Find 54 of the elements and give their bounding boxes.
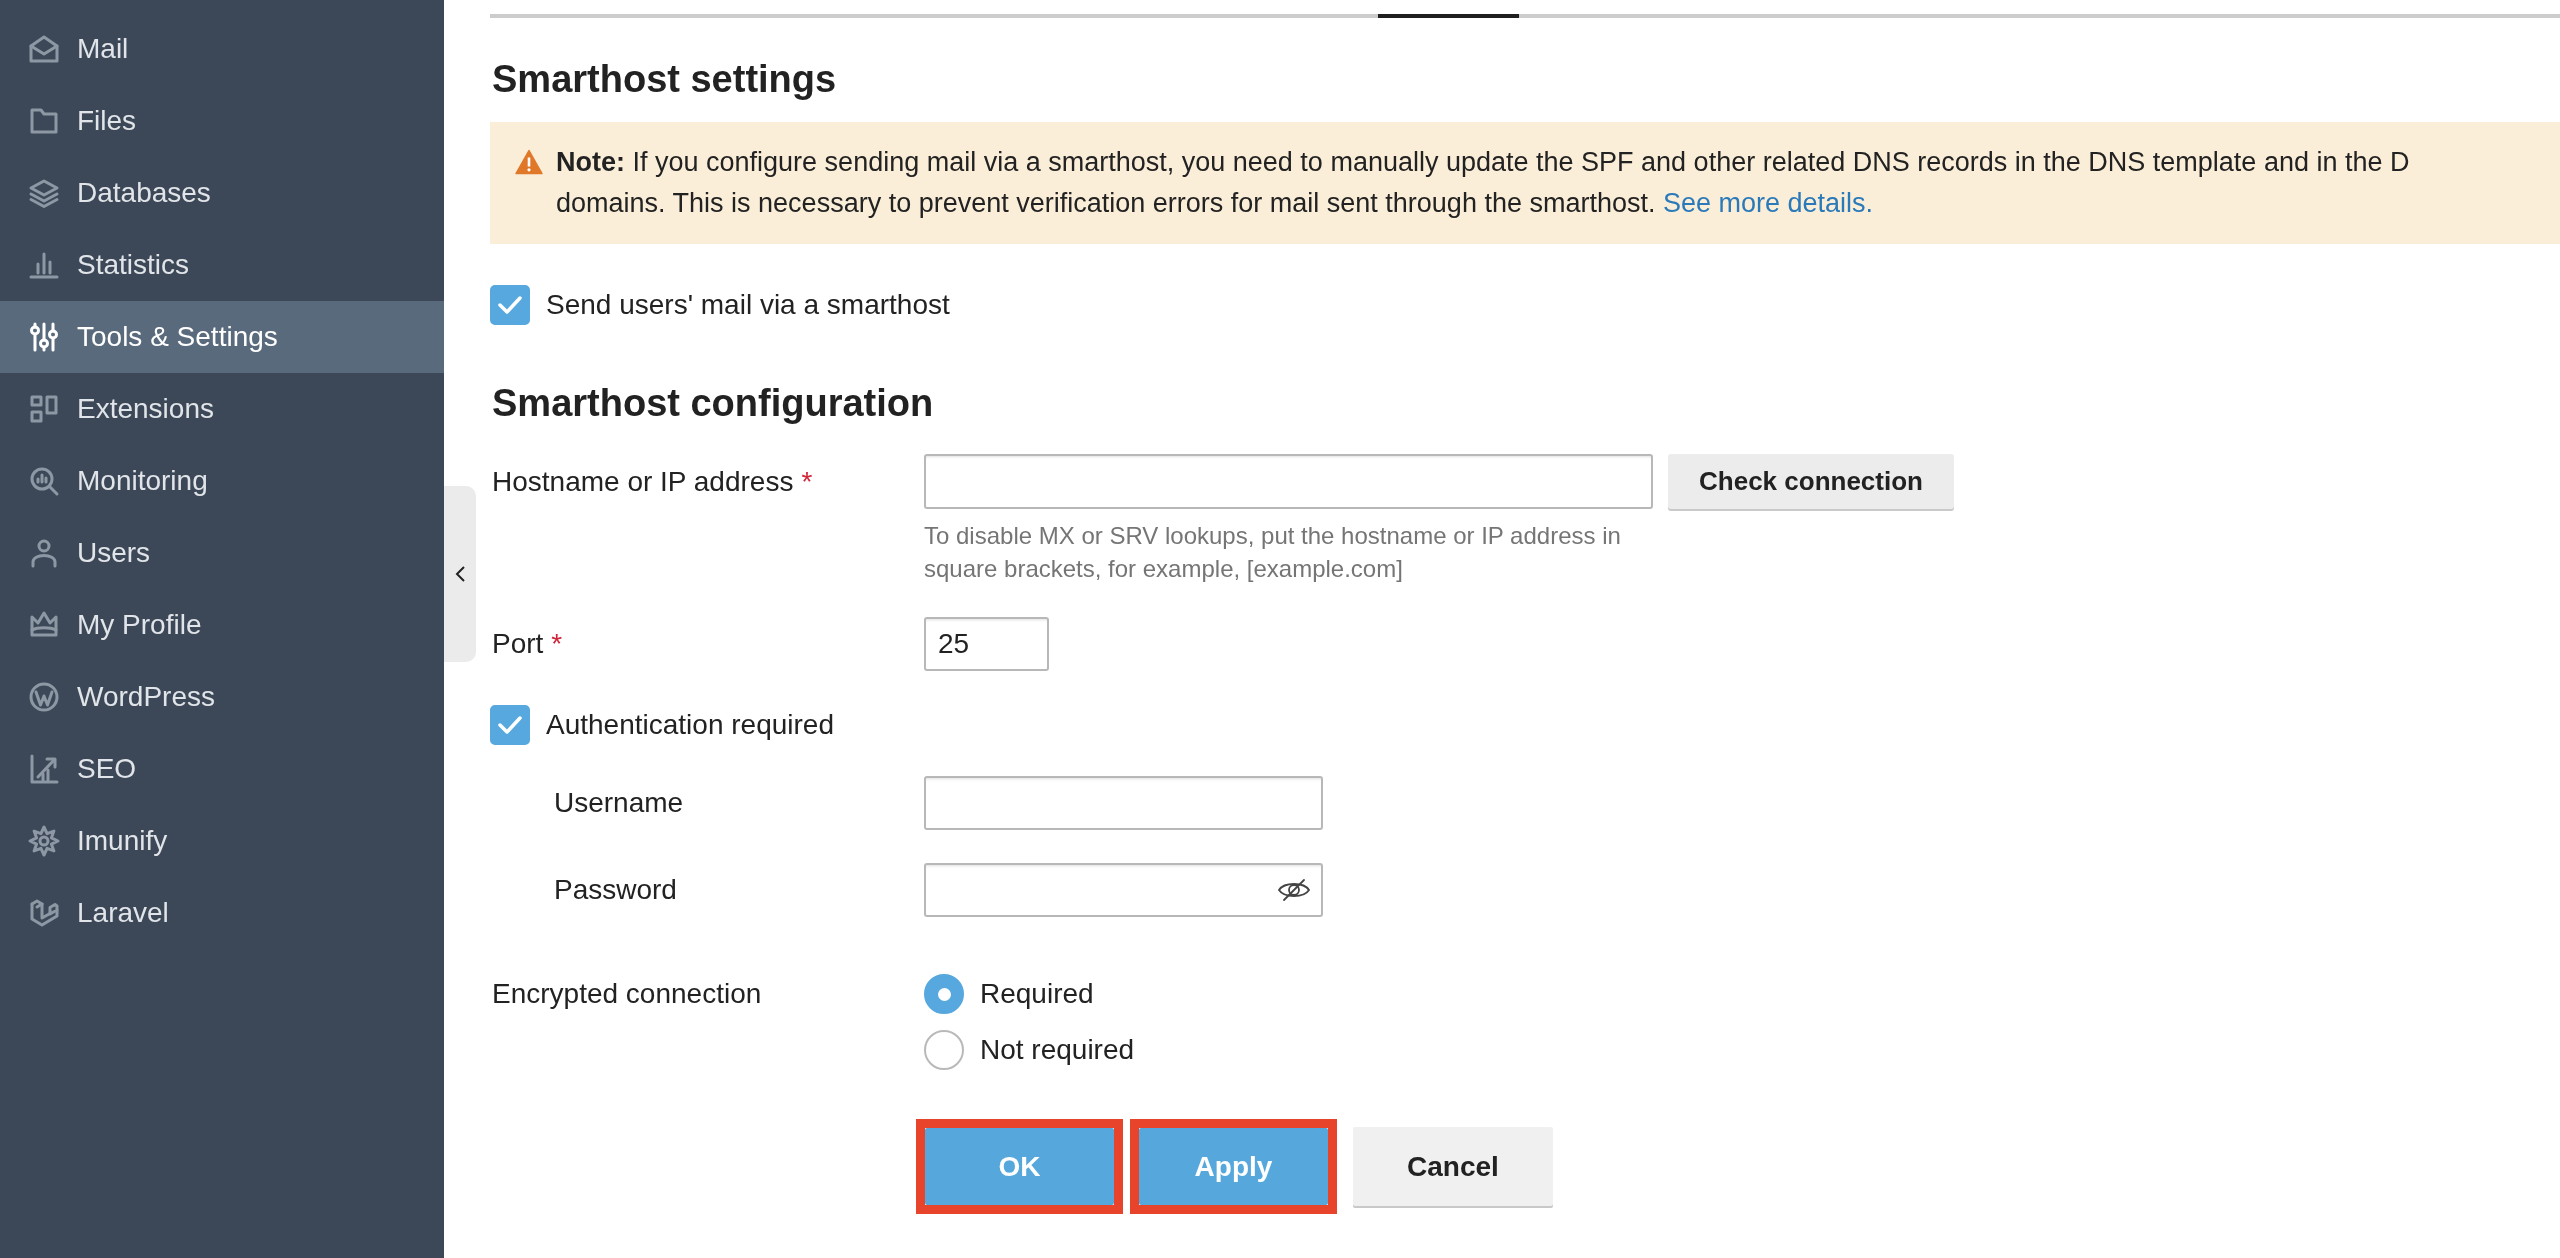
blocks-icon	[28, 393, 60, 425]
text-input[interactable]: 25	[924, 617, 1049, 671]
required-mark: *	[801, 465, 813, 498]
envelope-icon	[28, 33, 60, 65]
field-label: Hostname or IP address	[492, 465, 794, 498]
text-input[interactable]	[924, 454, 1653, 509]
layers-icon	[28, 177, 60, 209]
cancel-button[interactable]: Cancel	[1353, 1127, 1553, 1206]
see-more-link[interactable]: See more details.	[1663, 188, 1874, 218]
check-icon	[497, 714, 523, 736]
cubes-icon	[28, 897, 60, 929]
eye-slash-icon[interactable]	[1277, 878, 1311, 902]
sidebar-item[interactable]: Imunify	[0, 805, 444, 877]
star-burst-icon	[28, 825, 60, 857]
field-label: Username	[554, 787, 684, 819]
text-input[interactable]	[924, 776, 1323, 830]
chevron-left-icon	[454, 566, 466, 582]
field-label: Encrypted connection	[492, 978, 762, 1010]
sidebar-item[interactable]: Users	[0, 517, 444, 589]
sidebar-item[interactable]: Laravel	[0, 877, 444, 949]
required-mark: *	[551, 628, 563, 660]
section-heading: Smarthost configuration	[491, 381, 935, 425]
checkbox-label: Authentication required	[546, 708, 834, 742]
note-text: Note: If you configure sending mail via a smarthost, you need to manually update the SPF and other related DNS records in the DNS template and in the D domains. This is necessary to prevent verification errors for mail sent through the smarthost. See more details.	[556, 146, 2410, 220]
collapse-handle[interactable]	[444, 486, 476, 662]
password-field[interactable]	[924, 863, 1323, 917]
radio-button[interactable]	[924, 974, 964, 1014]
sidebar-item[interactable]: Statistics	[0, 229, 444, 301]
sidebar-item[interactable]: Databases	[0, 157, 444, 229]
sidebar-item[interactable]: WordPress	[0, 661, 444, 733]
radio-label: Not required	[980, 1033, 1135, 1067]
section-heading: Smarthost settings	[491, 57, 838, 101]
sidebar-item[interactable]: My Profile	[0, 589, 444, 661]
sidebar-item[interactable]: Tools & Settings	[0, 301, 444, 373]
magnifier-icon	[28, 465, 60, 497]
sidebar-item[interactable]: SEO	[0, 733, 444, 805]
radio-button[interactable]	[924, 1030, 964, 1070]
checkbox[interactable]	[490, 705, 530, 745]
checkbox-label: Send users' mail via a smarthost	[546, 288, 950, 322]
sidebar-item[interactable]: Extensions	[0, 373, 444, 445]
radio-label: Required	[980, 977, 1094, 1011]
check-connection-button[interactable]: Check connection	[1668, 454, 1954, 509]
w-circle-icon	[28, 681, 60, 713]
field-hint: To disable MX or SRV lookups, put the hostname or IP address in square brackets, for example, [example.com]	[924, 521, 1622, 584]
sidebar-item[interactable]: Mail	[0, 13, 444, 85]
sidebar-item[interactable]: Files	[0, 85, 444, 157]
sidebar-item[interactable]: Monitoring	[0, 445, 444, 517]
warning-icon	[515, 149, 543, 175]
sliders-icon	[28, 321, 60, 353]
trend-chart-icon	[28, 753, 60, 785]
field-label: Password	[554, 874, 677, 906]
checkbox[interactable]	[490, 285, 530, 325]
check-icon	[497, 294, 523, 316]
field-label: Port	[492, 628, 544, 660]
